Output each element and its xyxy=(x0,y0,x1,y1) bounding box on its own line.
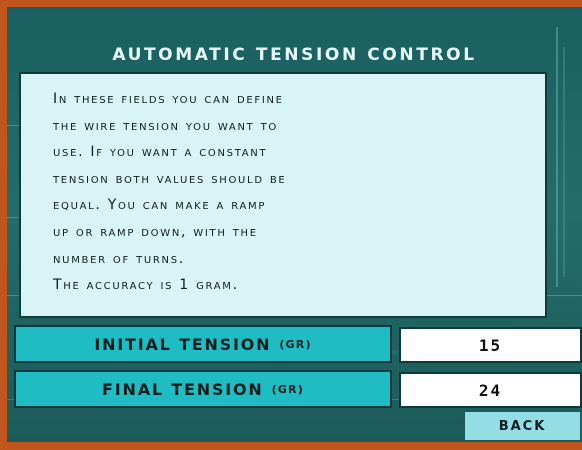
final-tension-field[interactable]: 24 xyxy=(399,372,582,408)
info-line: tension both values should be xyxy=(53,170,287,187)
initial-tension-label: INITIAL TENSION (GR) xyxy=(14,325,392,363)
info-line: the wire tension you want to xyxy=(53,117,278,134)
info-box: In these fields you can define the wire … xyxy=(19,72,547,318)
info-line: use. If you want a constant xyxy=(53,144,268,161)
final-tension-label: FINAL TENSION (GR) xyxy=(14,370,392,408)
final-tension-unit: (GR) xyxy=(271,382,304,396)
info-line: up or ramp down, with the xyxy=(53,223,258,240)
initial-tension-unit: (GR) xyxy=(279,337,312,351)
decorative-line xyxy=(563,47,565,277)
initial-tension-label-text: INITIAL TENSION xyxy=(94,334,272,354)
info-line: number of turns. xyxy=(53,250,185,267)
info-line: In these fields you can define xyxy=(53,91,284,107)
dialog-panel: AUTOMATIC TENSION CONTROL In these field… xyxy=(7,7,582,442)
dialog-title: AUTOMATIC TENSION CONTROL xyxy=(112,45,477,65)
final-tension-label-text: FINAL TENSION xyxy=(102,379,264,399)
decorative-line xyxy=(556,27,558,287)
initial-tension-field[interactable]: 15 xyxy=(399,327,582,363)
info-line: equal. You can make a ramp xyxy=(53,197,267,214)
back-button[interactable]: BACK xyxy=(463,410,582,442)
info-line: The accuracy is 1 gram. xyxy=(53,277,239,294)
